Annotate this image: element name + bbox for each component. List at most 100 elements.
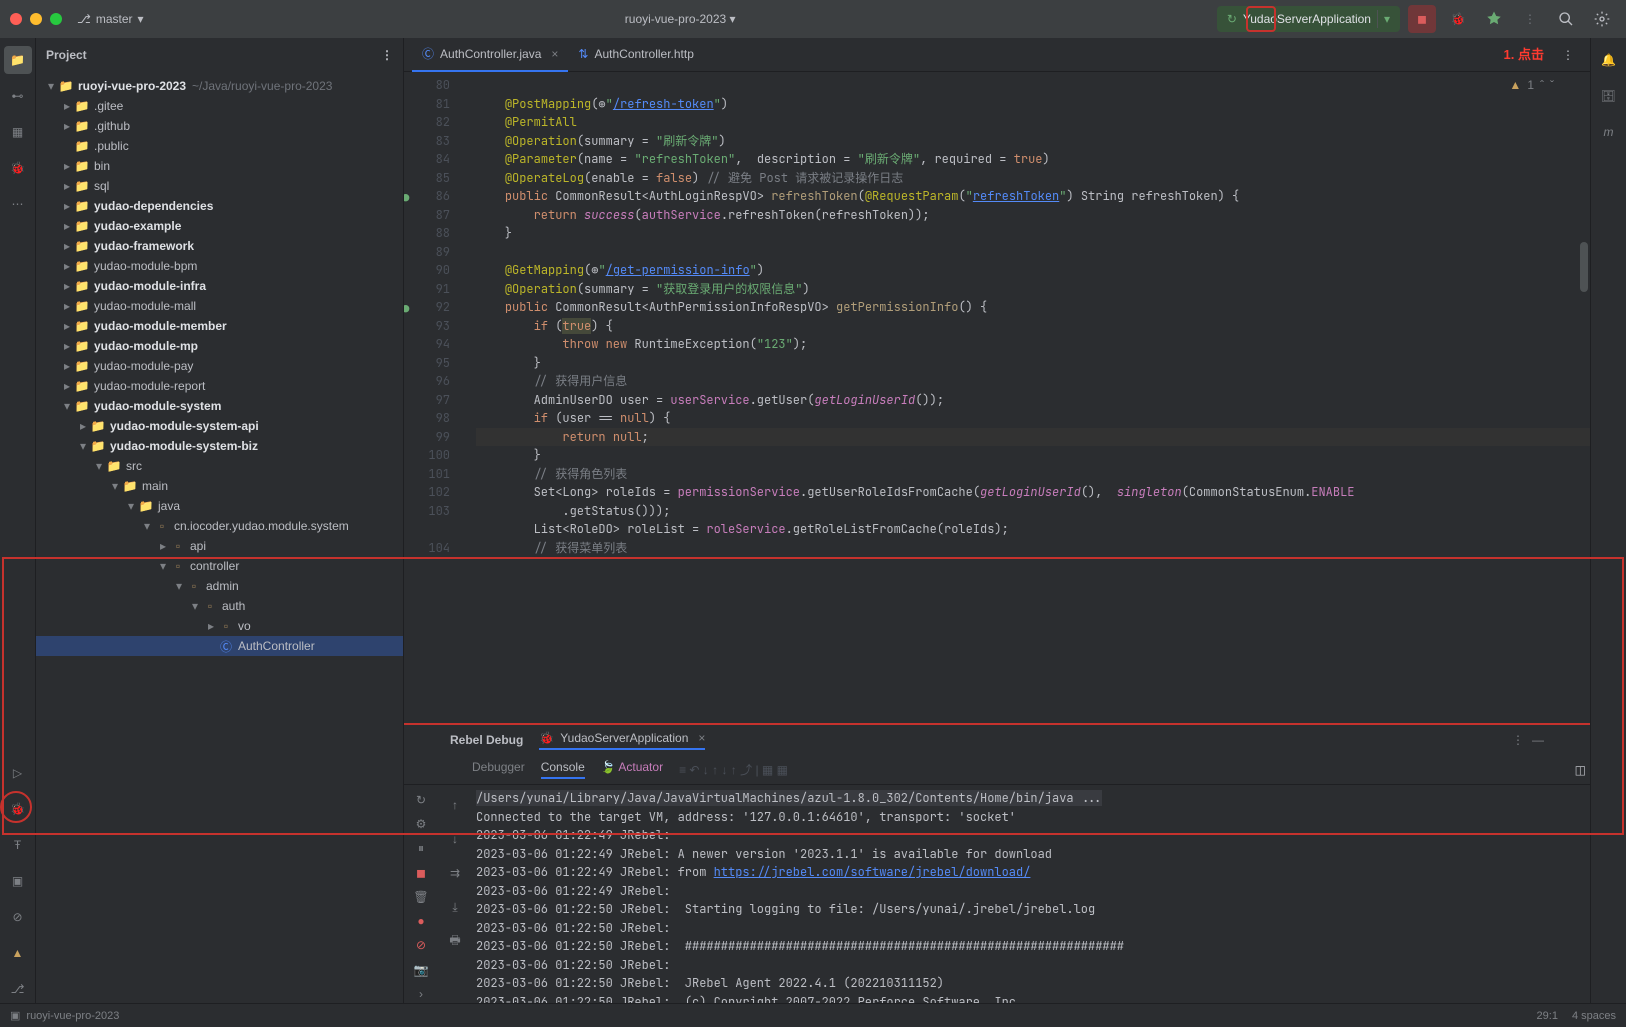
database-icon[interactable]: 🗄 <box>1595 82 1623 110</box>
console-output[interactable]: /Users/yunai/Library/Java/JavaVirtualMac… <box>472 785 1590 1003</box>
tree-item[interactable]: ▸📁yudao-dependencies <box>36 196 403 216</box>
branch-icon: ⎇ <box>77 12 91 26</box>
tree-item[interactable]: ▾📁main <box>36 476 403 496</box>
pause-icon[interactable]: ⏸ <box>407 839 435 857</box>
debug-rebel-button[interactable]: 🐞 <box>1444 5 1472 33</box>
stop-icon[interactable]: ◼ <box>407 864 435 882</box>
jrebel-tool-icon[interactable]: 🐞 <box>4 154 32 182</box>
tree-item[interactable]: ▸📁yudao-module-system-api <box>36 416 403 436</box>
debug-tool-icon[interactable]: 🐞 <box>4 795 32 823</box>
profiler-tool-icon[interactable]: Ŧ <box>4 831 32 859</box>
project-tool-icon[interactable]: 📁 <box>4 46 32 74</box>
tree-item[interactable]: ▸📁.github <box>36 116 403 136</box>
scroll-end-icon[interactable]: ⤓ <box>441 893 469 921</box>
subtab-actuator[interactable]: 🍃 Actuator <box>601 760 663 779</box>
debug-more-icon[interactable]: ⋮ <box>1512 733 1524 747</box>
maven-icon[interactable]: m <box>1595 118 1623 146</box>
softwrap-icon[interactable]: ⇉ <box>441 859 469 887</box>
git-tool-icon[interactable]: ⎇ <box>4 975 32 1003</box>
subtab-console[interactable]: Console <box>541 760 585 779</box>
mute-breakpoints-icon[interactable]: ⊘ <box>407 936 435 954</box>
structure-tool-icon[interactable]: ▦ <box>4 118 32 146</box>
layout-icon[interactable]: ◫ <box>1575 763 1586 777</box>
tree-item[interactable]: ▸📁yudao-module-report <box>36 376 403 396</box>
more-actions-button[interactable]: ⋮ <box>1516 5 1544 33</box>
tree-item[interactable]: ▸▫vo <box>36 616 403 636</box>
breakpoint-icon[interactable]: ● <box>407 912 435 930</box>
indent-setting[interactable]: 4 spaces <box>1572 1010 1616 1022</box>
jrebel-button[interactable] <box>1480 5 1508 33</box>
warnings-tool-icon[interactable]: ▲ <box>4 939 32 967</box>
tree-item[interactable]: ▸📁yudao-module-member <box>36 316 403 336</box>
maximize-window-button[interactable] <box>50 13 62 25</box>
rerun-icon[interactable]: ↻ <box>407 791 435 809</box>
terminal-tool-icon[interactable]: ▣ <box>4 867 32 895</box>
problems-tool-icon[interactable]: ⊘ <box>4 903 32 931</box>
tree-item[interactable]: ▾📁src <box>36 456 403 476</box>
trash-icon[interactable]: 🗑 <box>407 888 435 906</box>
editor-more-icon[interactable]: ⋮ <box>1554 41 1582 69</box>
tree-item[interactable]: ▾▫admin <box>36 576 403 596</box>
close-icon[interactable]: × <box>551 47 558 61</box>
debug-run-tab[interactable]: 🐞YudaoServerApplication× <box>539 731 705 750</box>
panel-more-icon[interactable]: ⋮ <box>381 48 393 62</box>
project-tree[interactable]: ▾ 📁 ruoyi-vue-pro-2023 ~/Java/ruoyi-vue-… <box>36 72 403 1003</box>
close-icon[interactable]: × <box>698 731 705 745</box>
run-tool-icon[interactable]: ▷ <box>4 759 32 787</box>
tree-item[interactable]: ▾📁yudao-module-system-biz <box>36 436 403 456</box>
tree-item[interactable]: ▾▫auth <box>36 596 403 616</box>
search-button[interactable] <box>1552 5 1580 33</box>
tree-item[interactable]: ▸📁yudao-framework <box>36 236 403 256</box>
tree-item[interactable]: ▸📁yudao-module-pay <box>36 356 403 376</box>
tree-item[interactable]: ▸📁yudao-module-bpm <box>36 256 403 276</box>
tree-item[interactable]: ▸📁yudao-example <box>36 216 403 236</box>
more-tool-icon[interactable]: ⋯ <box>4 190 32 218</box>
project-name-dropdown[interactable]: ruoyi-vue-pro-2023 ▾ <box>144 12 1217 26</box>
subtab-debugger[interactable]: Debugger <box>472 760 525 779</box>
tree-item[interactable]: ▸▫api <box>36 536 403 556</box>
tree-item[interactable]: ▸📁bin <box>36 156 403 176</box>
window-controls <box>10 13 62 25</box>
project-panel-header[interactable]: Project ⋮ <box>36 38 403 72</box>
status-bar: ▣ ruoyi-vue-pro-2023 29:1 4 spaces <box>0 1003 1626 1027</box>
inspection-indicator[interactable]: ▲1 ˆˇ <box>1509 78 1554 92</box>
close-window-button[interactable] <box>10 13 22 25</box>
run-configuration-selector[interactable]: ↻ YudaoServerApplication ▾ <box>1217 6 1400 32</box>
tree-item[interactable]: ▾📁java <box>36 496 403 516</box>
branch-name: master <box>96 12 133 26</box>
tree-item[interactable]: ▸📁sql <box>36 176 403 196</box>
tree-item[interactable]: ▸📁yudao-module-infra <box>36 276 403 296</box>
commit-tool-icon[interactable]: ⊷ <box>4 82 32 110</box>
notifications-icon[interactable]: 🔔 <box>1595 46 1623 74</box>
hide-panel-icon[interactable]: — <box>1532 733 1544 747</box>
config-icon[interactable]: ⚙ <box>407 815 435 833</box>
code-editor[interactable]: 808182838485●868788899091●92939495969798… <box>404 72 1590 723</box>
tree-item[interactable]: ⒸAuthController <box>36 636 403 656</box>
tree-item[interactable]: ▸📁yudao-module-mall <box>36 296 403 316</box>
stop-button[interactable]: ◼ <box>1408 5 1436 33</box>
caret-position[interactable]: 29:1 <box>1537 1010 1558 1022</box>
tree-item[interactable]: ▾▫cn.iocoder.yudao.module.system <box>36 516 403 536</box>
up-icon[interactable]: ↑ <box>441 791 469 819</box>
tree-item[interactable]: ▸📁.gitee <box>36 96 403 116</box>
minimize-window-button[interactable] <box>30 13 42 25</box>
status-icon[interactable]: ▣ <box>10 1009 20 1022</box>
down-icon[interactable]: ↓ <box>441 825 469 853</box>
debug-panel: Rebel Debug 🐞YudaoServerApplication× ⋮ —… <box>404 723 1590 1003</box>
project-panel: Project ⋮ ▾ 📁 ruoyi-vue-pro-2023 ~/Java/… <box>36 38 404 1003</box>
tree-item[interactable]: ▸📁yudao-module-mp <box>36 336 403 356</box>
tree-root[interactable]: ▾ 📁 ruoyi-vue-pro-2023 ~/Java/ruoyi-vue-… <box>36 76 403 96</box>
print-icon[interactable]: 🖶 <box>441 927 469 955</box>
tree-item[interactable]: 📁.public <box>36 136 403 156</box>
editor-area: ⒸAuthController.java×⇅AuthController.htt… <box>404 38 1590 1003</box>
camera-icon[interactable]: 📷 <box>407 961 435 979</box>
editor-tab[interactable]: ⇅AuthController.http <box>568 38 703 72</box>
settings-button[interactable] <box>1588 5 1616 33</box>
editor-tab[interactable]: ⒸAuthController.java× <box>412 38 568 72</box>
editor-tabs: ⒸAuthController.java×⇅AuthController.htt… <box>404 38 1590 72</box>
editor-scrollbar[interactable] <box>1578 102 1588 723</box>
vcs-branch-selector[interactable]: ⎇ master ▾ <box>77 12 144 26</box>
tree-item[interactable]: ▾📁yudao-module-system <box>36 396 403 416</box>
tree-item[interactable]: ▾▫controller <box>36 556 403 576</box>
expand-icon[interactable]: › <box>407 985 435 1003</box>
